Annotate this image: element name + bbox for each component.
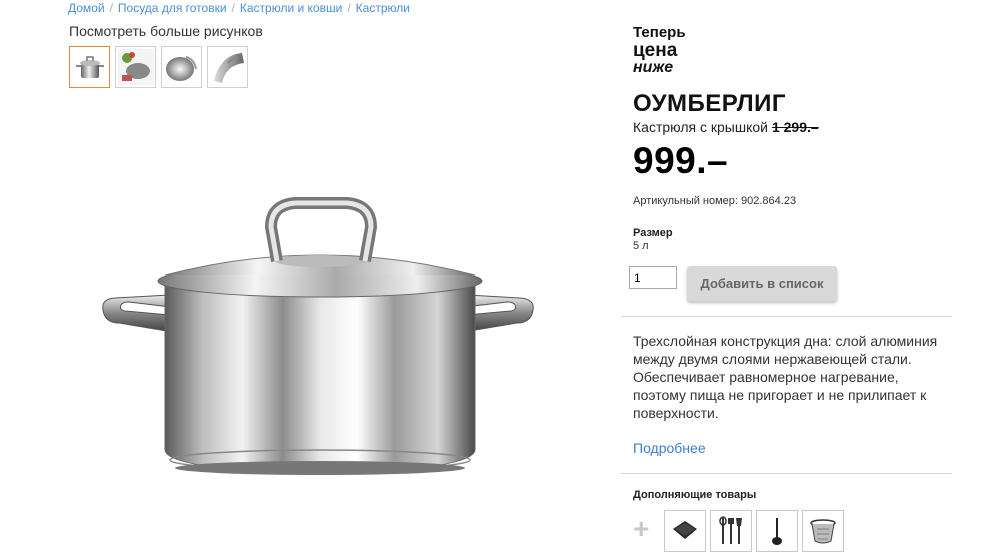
complementary-item-trivet[interactable]	[664, 510, 706, 552]
current-price: 999.–	[633, 140, 729, 181]
more-details-link[interactable]: Подробнее	[633, 440, 706, 456]
breadcrumb: Домой / Посуда для готовки / Кастрюли и ковш…	[68, 1, 410, 15]
complementary-item-utensils[interactable]	[710, 510, 752, 552]
trivet-icon	[673, 521, 697, 539]
price-drop-badge: Теперь цена ниже	[633, 25, 686, 76]
complementary-item-ladle[interactable]	[756, 510, 798, 552]
thumbnail-pot-handle[interactable]	[207, 46, 248, 88]
breadcrumb-separator: /	[231, 1, 235, 15]
breadcrumb-pots-and-saucepans[interactable]: Кастрюли и ковши	[240, 1, 342, 15]
ladle-icon	[772, 518, 782, 545]
promo-line-2: цена	[633, 40, 678, 61]
complementary-item-colander[interactable]	[802, 510, 844, 552]
breadcrumb-home[interactable]: Домой	[68, 1, 105, 15]
plus-icon: +	[633, 513, 650, 544]
product-description: Трехслойная конструкция дна: слой алюмин…	[633, 333, 938, 421]
utensils-icon	[719, 516, 742, 544]
size-value: 5 л	[633, 240, 649, 252]
thumbnail-pot-lid[interactable]	[161, 46, 202, 88]
divider	[621, 473, 952, 474]
complementary-products-list	[664, 510, 844, 552]
product-image	[95, 195, 545, 485]
breadcrumb-separator: /	[347, 1, 351, 15]
promo-line-3: ниже	[633, 59, 674, 76]
promo-line-1: Теперь	[633, 24, 686, 41]
colander-icon	[810, 519, 836, 544]
divider	[621, 316, 952, 317]
cooking-scene-thumbnail-icon	[117, 49, 154, 85]
product-type: Кастрюля с крышкой	[633, 119, 768, 135]
product-name: ОУМБЕРЛИГ	[633, 90, 786, 117]
pot-lid-thumbnail-icon	[165, 56, 197, 81]
stockpot-image	[102, 197, 534, 475]
complementary-products-title: Дополняющие товары	[633, 489, 757, 501]
thumbnail-pot[interactable]	[69, 46, 110, 88]
quantity-input[interactable]	[629, 266, 677, 289]
thumbnail-cooking-scene[interactable]	[115, 46, 156, 88]
old-price: 1 299.–	[771, 119, 819, 135]
product-type-line: Кастрюля с крышкой 1 299.–	[633, 119, 819, 135]
article-number: Артикульный номер: 902.864.23	[633, 195, 797, 207]
breadcrumb-cookware[interactable]: Посуда для готовки	[118, 1, 227, 15]
add-to-list-button[interactable]: Добавить в список	[687, 266, 837, 301]
breadcrumb-pots[interactable]: Кастрюли	[356, 1, 410, 15]
more-images-label: Посмотреть больше рисунков	[69, 23, 263, 39]
pot-thumbnail-icon	[75, 56, 104, 78]
size-label: Размер	[633, 227, 673, 239]
breadcrumb-separator: /	[109, 1, 113, 15]
pot-handle-thumbnail-icon	[213, 53, 244, 83]
thumbnail-strip	[69, 46, 248, 88]
